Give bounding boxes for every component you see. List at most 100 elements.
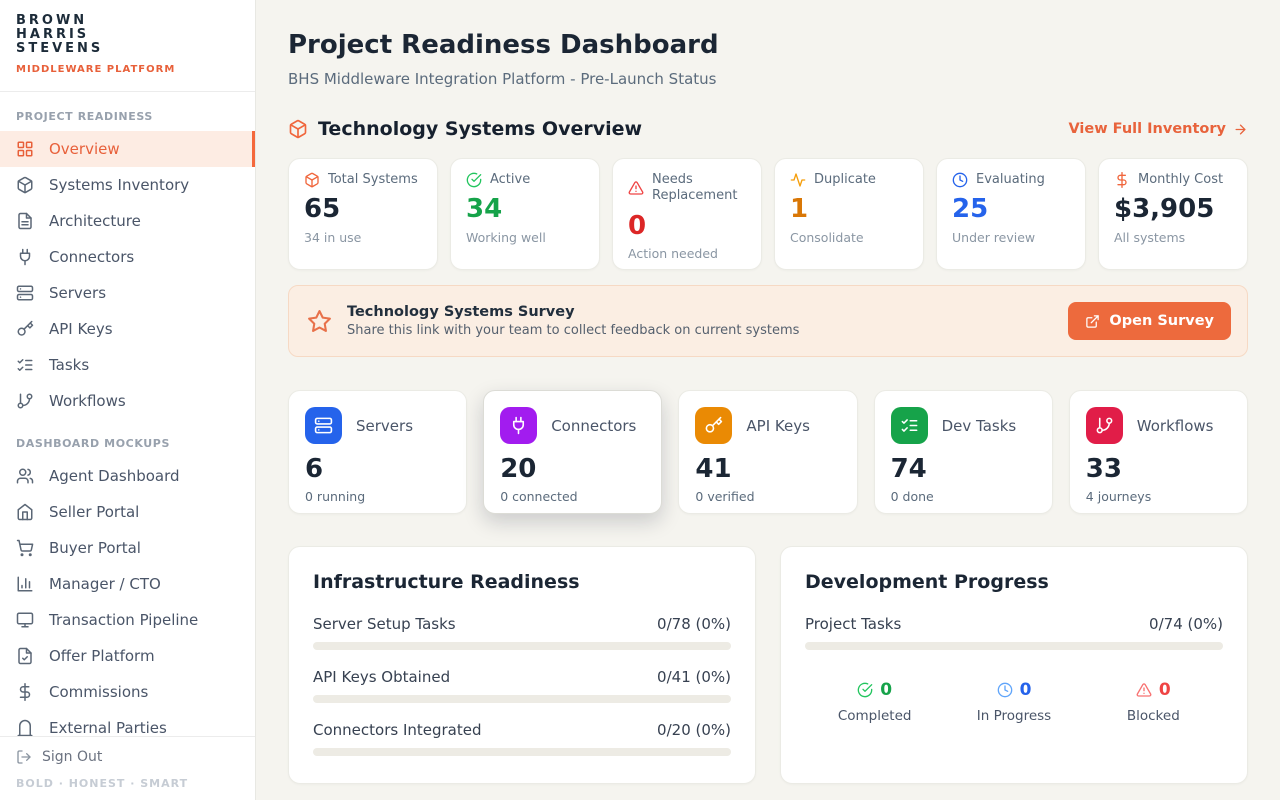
key-badge <box>695 407 732 444</box>
dev-stat-label: Blocked <box>1084 708 1223 724</box>
sidebar-item-commissions[interactable]: Commissions <box>0 674 255 710</box>
brand-line: HARRIS <box>16 28 231 42</box>
sidebar-item-label: Tasks <box>49 356 89 374</box>
stat-sub: All systems <box>1114 230 1232 245</box>
progress-bar <box>313 642 731 650</box>
page-title: Project Readiness Dashboard <box>288 30 1248 60</box>
package-icon <box>16 176 34 194</box>
link-label: View Full Inventory <box>1068 121 1226 137</box>
stat-value: 65 <box>304 195 422 224</box>
sidebar-item-label: Offer Platform <box>49 647 155 665</box>
page-subtitle: BHS Middleware Integration Platform - Pr… <box>288 70 1248 88</box>
view-full-inventory-link[interactable]: View Full Inventory <box>1068 121 1248 137</box>
dev-stat-value: 0 <box>1159 680 1171 700</box>
sidebar-item-label: Overview <box>49 140 120 158</box>
sidebar-item-external-parties[interactable]: External Parties <box>0 710 255 736</box>
progress-value: 0/20 (0%) <box>657 721 731 739</box>
sign-out-button[interactable]: Sign Out <box>16 749 239 765</box>
star-icon <box>307 309 332 334</box>
dev-stat-in-progress: 0 In Progress <box>944 680 1083 724</box>
resource-card-workflows[interactable]: Workflows 33 4 journeys <box>1069 390 1248 514</box>
stat-value: 25 <box>952 195 1070 224</box>
bottom-panels: Infrastructure Readiness Server Setup Ta… <box>288 546 1248 784</box>
log-out-icon <box>16 749 32 765</box>
resource-card-api-keys[interactable]: API Keys 41 0 verified <box>678 390 857 514</box>
plug-badge <box>500 407 537 444</box>
file-text-icon <box>16 212 34 230</box>
arrow-right-icon <box>1233 122 1248 137</box>
resource-value: 6 <box>305 456 450 483</box>
nav-section-label: DASHBOARD MOCKUPS <box>0 427 255 458</box>
server-icon <box>16 284 34 302</box>
sidebar-item-servers[interactable]: Servers <box>0 275 255 311</box>
progress-bar <box>313 748 731 756</box>
sidebar-item-architecture[interactable]: Architecture <box>0 203 255 239</box>
stat-card-evaluating: Evaluating 25 Under review <box>936 158 1086 270</box>
development-progress-panel: Development Progress Project Tasks 0/74 … <box>780 546 1248 784</box>
progress-value: 0/74 (0%) <box>1149 615 1223 633</box>
stat-card-total-systems: Total Systems 65 34 in use <box>288 158 438 270</box>
file-check-icon <box>16 647 34 665</box>
stat-card-active: Active 34 Working well <box>450 158 600 270</box>
workflow-badge <box>1086 407 1123 444</box>
sidebar-item-buyer-portal[interactable]: Buyer Portal <box>0 530 255 566</box>
progress-label: API Keys Obtained <box>313 668 450 686</box>
brand-logo: BROWN HARRIS STEVENS MIDDLEWARE PLATFORM <box>0 0 255 89</box>
sidebar-item-tasks[interactable]: Tasks <box>0 347 255 383</box>
sidebar-item-offer-platform[interactable]: Offer Platform <box>0 638 255 674</box>
sidebar-item-connectors[interactable]: Connectors <box>0 239 255 275</box>
panel-title: Development Progress <box>805 571 1223 593</box>
sidebar-nav: PROJECT READINESS Overview Systems Inven… <box>0 92 255 736</box>
bar-chart-icon <box>16 575 34 593</box>
progress-row-project-tasks: Project Tasks 0/74 (0%) <box>805 615 1223 650</box>
package-icon <box>304 172 320 188</box>
sidebar-item-workflows[interactable]: Workflows <box>0 383 255 419</box>
overview-stats-row: Total Systems 65 34 in use Active 34 Wor… <box>288 158 1248 270</box>
stat-label: Active <box>490 172 530 188</box>
progress-row-server-setup: Server Setup Tasks 0/78 (0%) <box>313 615 731 650</box>
resource-label: Dev Tasks <box>942 417 1017 435</box>
sidebar-item-label: Connectors <box>49 248 134 266</box>
progress-label: Project Tasks <box>805 615 901 633</box>
panel-title: Infrastructure Readiness <box>313 571 731 593</box>
sidebar-item-api-keys[interactable]: API Keys <box>0 311 255 347</box>
survey-title: Technology Systems Survey <box>347 304 799 320</box>
plug-icon <box>509 416 528 435</box>
stat-label: Evaluating <box>976 172 1045 188</box>
home-icon <box>16 503 34 521</box>
resource-card-connectors[interactable]: Connectors 20 0 connected <box>483 390 662 514</box>
sidebar-item-transaction-pipeline[interactable]: Transaction Pipeline <box>0 602 255 638</box>
stat-card-needs-replacement: Needs Replacement 0 Action needed <box>612 158 762 270</box>
sidebar-item-label: Buyer Portal <box>49 539 141 557</box>
survey-description: Share this link with your team to collec… <box>347 323 799 338</box>
server-icon <box>314 416 333 435</box>
monitor-icon <box>16 611 34 629</box>
check-circle-icon <box>466 172 482 188</box>
progress-label: Server Setup Tasks <box>313 615 456 633</box>
resource-label: Connectors <box>551 417 636 435</box>
sidebar-item-label: API Keys <box>49 320 113 338</box>
sidebar-item-label: Servers <box>49 284 106 302</box>
sidebar-item-overview[interactable]: Overview <box>0 131 255 167</box>
sidebar-item-label: Agent Dashboard <box>49 467 180 485</box>
sidebar-item-seller-portal[interactable]: Seller Portal <box>0 494 255 530</box>
resource-card-dev-tasks[interactable]: Dev Tasks 74 0 done <box>874 390 1053 514</box>
open-survey-button[interactable]: Open Survey <box>1068 302 1231 340</box>
sidebar-item-agent-dashboard[interactable]: Agent Dashboard <box>0 458 255 494</box>
sidebar-item-label: Seller Portal <box>49 503 139 521</box>
stat-value: $3,905 <box>1114 195 1232 224</box>
sidebar-item-systems-inventory[interactable]: Systems Inventory <box>0 167 255 203</box>
key-icon <box>16 320 34 338</box>
stat-label: Needs Replacement <box>652 172 746 205</box>
resource-card-servers[interactable]: Servers 6 0 running <box>288 390 467 514</box>
sidebar-item-manager-cto[interactable]: Manager / CTO <box>0 566 255 602</box>
brand-line: STEVENS <box>16 42 231 56</box>
stat-value: 34 <box>466 195 584 224</box>
stat-label: Total Systems <box>328 172 418 188</box>
survey-banner: Technology Systems Survey Share this lin… <box>288 285 1248 357</box>
section-title: Technology Systems Overview <box>318 118 642 140</box>
clock-icon <box>952 172 968 188</box>
cart-icon <box>16 539 34 557</box>
dollar-icon <box>1114 172 1130 188</box>
list-checks-icon <box>900 416 919 435</box>
